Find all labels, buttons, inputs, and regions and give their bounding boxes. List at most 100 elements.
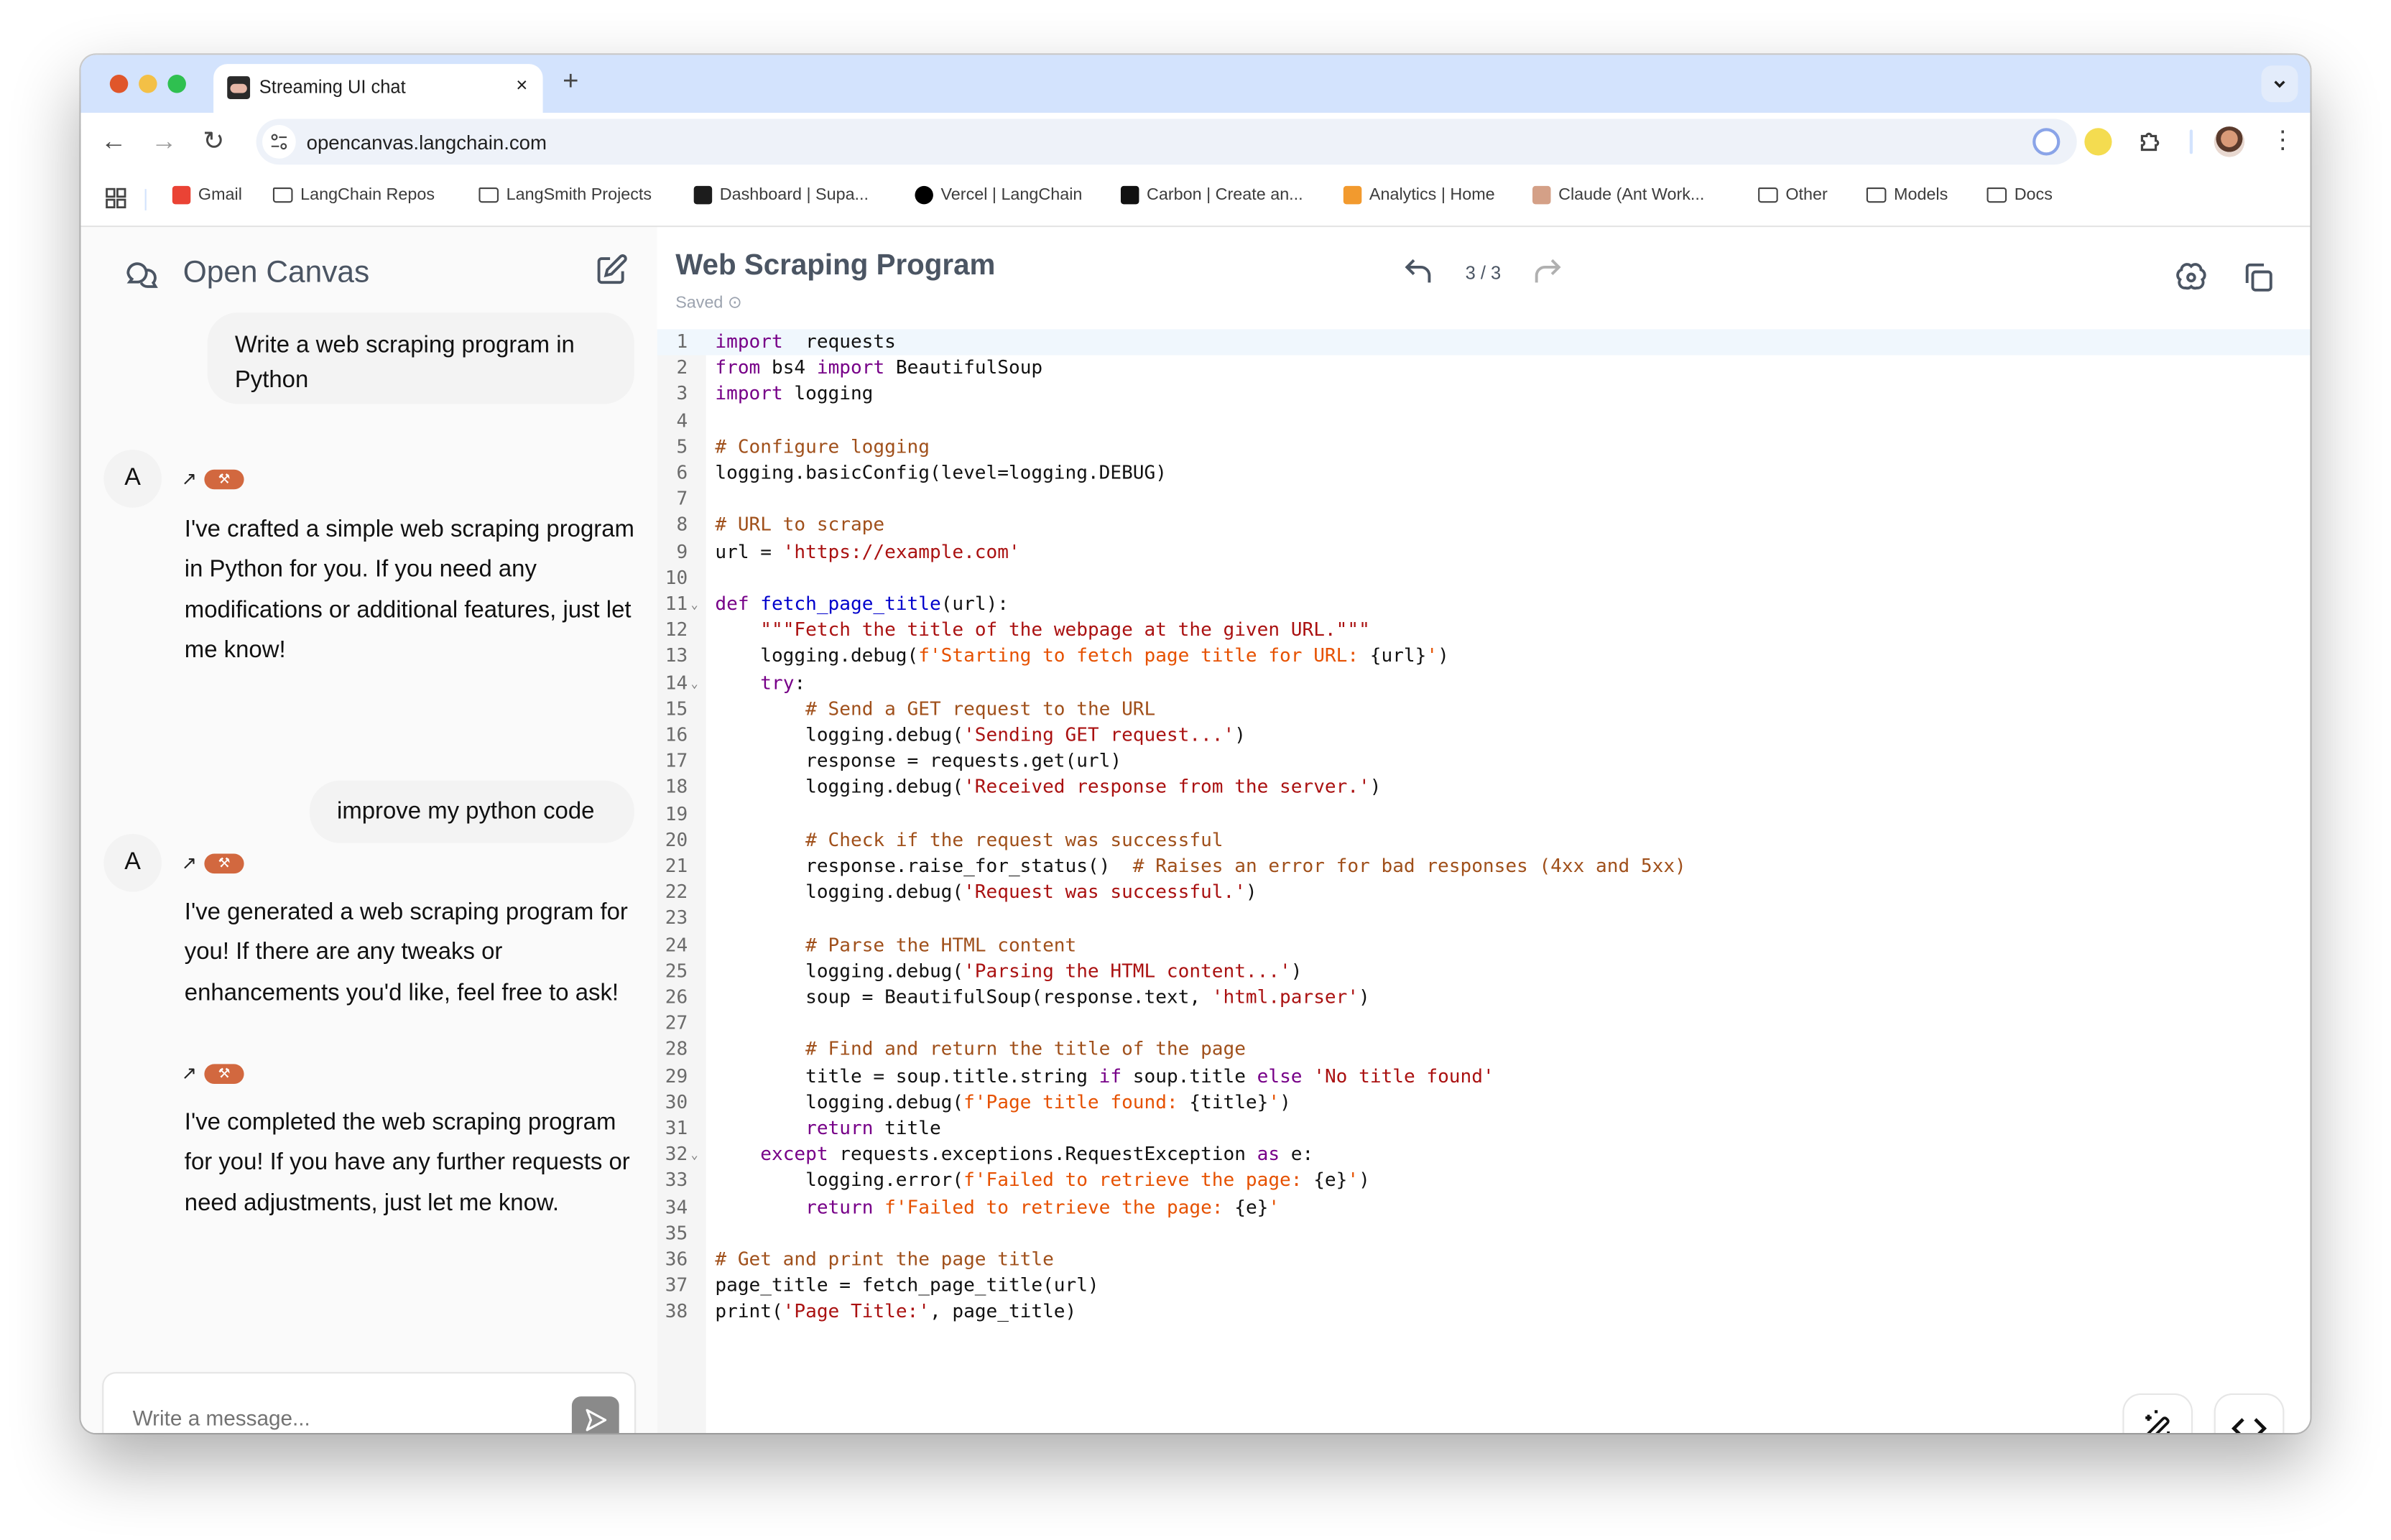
address-bar[interactable]: opencanvas.langchain.com [256,119,2077,165]
code-line[interactable]: 7 [657,486,2311,512]
code-line[interactable]: 14 ⌄ try: [657,670,2311,696]
code-line[interactable]: 26 soup = BeautifulSoup(response.text, '… [657,985,2311,1011]
bookmark-item[interactable]: Claude (Ant Work... [1532,185,1704,205]
line-number: 11 [665,593,688,615]
code-line[interactable]: 13 logging.debug(f'Starting to fetch pag… [657,644,2311,669]
tab-streaming-ui-chat[interactable]: Streaming UI chat × [213,64,543,113]
code-line[interactable]: 33 logging.error(f'Failed to retrieve th… [657,1169,2311,1195]
tab-close-icon[interactable]: × [516,73,527,96]
code-token: # Send a GET request to the URL [805,697,1156,720]
code-line[interactable]: 15 # Send a GET request to the URL [657,697,2311,723]
code-line[interactable]: 20 # Check if the request was successful [657,827,2311,853]
bookmark-item[interactable]: LangSmith Projects [478,186,652,204]
code-line[interactable]: 32 ⌄ except requests.exceptions.RequestEx… [657,1142,2311,1168]
extensions-puzzle-icon[interactable] [2136,128,2163,155]
code-line[interactable]: 4 [657,408,2311,434]
code-line[interactable]: 9 url = 'https://example.com' [657,539,2311,565]
code-token: if [1099,1064,1122,1087]
code-line[interactable]: 25 logging.debug('Parsing the HTML conte… [657,959,2311,985]
code-line[interactable]: 30 logging.debug(f'Page title found: {ti… [657,1090,2311,1115]
message-input[interactable] [129,1404,547,1432]
maximize-window-button[interactable] [167,74,186,93]
code-line[interactable]: 38 print('Page Title:', page_title) [657,1299,2311,1325]
code-line[interactable]: 19 [657,802,2311,827]
code-editor[interactable]: 1 import requests 2 from bs4 import Beautif… [657,329,2311,1434]
bookmark-item[interactable]: Dashboard | Supa... [693,185,869,205]
code-line[interactable]: 31 return title [657,1116,2311,1142]
code-line[interactable]: 21 response.raise_for_status() # Raises … [657,854,2311,880]
code-line[interactable]: 16 logging.debug('Sending GET request...… [657,723,2311,748]
new-chat-compose-icon[interactable] [595,253,629,287]
code-token: f'Starting to fetch page title for URL: [918,645,1370,667]
code-line[interactable]: 1 import requests [657,329,2311,356]
fold-chevron-icon[interactable]: ⌄ [690,591,698,618]
code-line[interactable]: 34 return f'Failed to retrieve the page:… [657,1195,2311,1220]
extension-icon[interactable] [2084,128,2112,156]
external-link-icon[interactable]: ↗ [182,1062,197,1084]
langsmith-trace-badge[interactable]: ⚒ [204,468,244,489]
url-text[interactable]: opencanvas.langchain.com [307,131,547,154]
code-line[interactable]: 24 # Parse the HTML content [657,932,2311,958]
code-line[interactable]: 37 page_title = fetch_page_title(url) [657,1274,2311,1299]
code-line[interactable]: 2 from bs4 import BeautifulSoup [657,356,2311,381]
bookmark-item[interactable]: Docs [1987,185,2053,205]
code-token: ' [1347,1169,1359,1192]
code-line[interactable]: 8 # URL to scrape [657,513,2311,539]
minimize-window-button[interactable] [139,74,157,93]
brain-cog-settings-icon[interactable] [2175,261,2209,294]
bookmark-label: Docs [2014,185,2053,205]
vercel-icon [915,185,933,205]
back-button[interactable]: ← [101,126,126,157]
code-line[interactable]: 5 # Configure logging [657,434,2311,460]
code-line[interactable]: 12 """Fetch the title of the webpage at … [657,618,2311,644]
bookmark-item[interactable]: Gmail [172,185,242,205]
tab-search-button[interactable] [2261,65,2298,103]
save-status-text: Saved [675,294,723,313]
fold-chevron-icon[interactable]: ⌄ [690,1142,698,1169]
bookmark-label: Models [1894,185,1948,205]
code-line[interactable]: 29 title = soup.title.string if soup.tit… [657,1064,2311,1090]
bookmark-item[interactable]: Carbon | Create an... [1120,185,1303,205]
external-link-icon[interactable]: ↗ [182,468,197,490]
password-manager-extension-icon[interactable] [2032,128,2061,156]
code-text: soup = BeautifulSoup(response.text, 'htm… [715,985,1370,1011]
code-line[interactable]: 3 import logging [657,381,2311,407]
code-line[interactable]: 6 logging.basicConfig(level=logging.DEBUG… [657,460,2311,486]
close-window-button[interactable] [109,74,129,93]
external-link-icon[interactable]: ↗ [182,852,197,873]
send-button[interactable] [571,1396,619,1434]
profile-avatar[interactable] [2214,126,2245,157]
quick-actions-button[interactable] [2124,1394,2191,1434]
code-line[interactable]: 36 # Get and print the page title [657,1247,2311,1273]
reload-button[interactable]: ↻ [203,126,224,157]
bookmark-item[interactable]: Models [1866,185,1948,205]
site-settings-icon[interactable] [262,125,296,159]
code-line[interactable]: 17 response = requests.get(url) [657,748,2311,774]
code-line[interactable]: 35 [657,1221,2311,1247]
code-line[interactable]: 28 # Find and return the title of the pa… [657,1037,2311,1063]
fold-chevron-icon[interactable]: ⌄ [690,670,698,697]
bookmark-item[interactable]: Vercel | LangChain [915,185,1082,205]
new-tab-button[interactable]: + [563,65,578,98]
code-brackets-icon [2232,1418,2267,1434]
bookmark-item[interactable]: Analytics | Home [1343,185,1495,205]
bookmark-item[interactable]: LangChain Repos [272,186,435,204]
bookmark-item[interactable]: Other [1758,186,1828,204]
code-view-button[interactable] [2215,1394,2283,1434]
code-token: ) [1280,1091,1291,1113]
code-line[interactable]: 10 [657,565,2311,591]
code-line[interactable]: 11 ⌄ def fetch_page_title(url): [657,591,2311,617]
browser-menu-button[interactable]: ⋮ [2270,125,2295,155]
undo-version-button[interactable] [1401,254,1435,288]
forward-button[interactable]: → [151,126,177,157]
code-line[interactable]: 23 [657,906,2311,932]
langsmith-trace-badge[interactable]: ⚒ [204,853,244,873]
copy-icon[interactable] [2242,261,2275,294]
code-line[interactable]: 27 [657,1011,2311,1037]
code-line[interactable]: 22 logging.debug('Request was successful… [657,880,2311,906]
langsmith-trace-badge[interactable]: ⚒ [204,1063,244,1083]
code-token: response.raise_for_status() [715,855,1133,877]
redo-version-button[interactable] [1531,254,1565,288]
code-line[interactable]: 18 logging.debug('Received response from… [657,775,2311,801]
apps-grid-icon[interactable] [105,187,126,209]
